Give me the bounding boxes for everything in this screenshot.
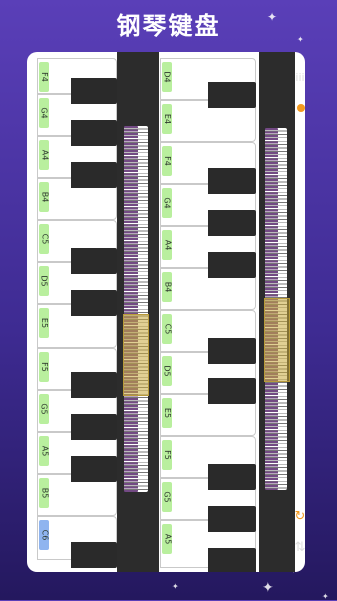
key-label: F4 — [39, 62, 49, 92]
key-label: G4 — [39, 98, 49, 128]
black-key[interactable] — [71, 372, 117, 398]
sparkle-icon: ✦ — [262, 580, 274, 596]
black-key[interactable] — [71, 78, 117, 104]
black-key[interactable] — [71, 456, 117, 482]
black-key[interactable] — [208, 506, 256, 532]
black-key[interactable] — [71, 414, 117, 440]
sparkle-icon: ✦ — [297, 35, 304, 44]
right-mini-keyboard[interactable] — [259, 52, 295, 572]
sparkle-icon: ✦ — [267, 10, 278, 24]
key-label: D5 — [162, 356, 172, 386]
right-keyboard[interactable]: D4 E4 F4 G4 A4 B4 C5 D5 E5 F5 G5 A5 — [160, 52, 256, 572]
black-key[interactable] — [208, 168, 256, 194]
key-label: A4 — [162, 230, 172, 260]
black-key[interactable] — [208, 338, 256, 364]
mini-viewport-highlight[interactable] — [123, 314, 149, 396]
key-label: E5 — [39, 308, 49, 338]
black-key[interactable] — [208, 548, 256, 572]
key-label: G5 — [39, 394, 49, 424]
key-label: E5 — [162, 398, 172, 428]
menu-icon[interactable]: iii — [295, 68, 305, 86]
mini-black-keys — [124, 126, 138, 492]
key-label: C5 — [39, 224, 49, 254]
swap-icon[interactable]: ⇅ — [295, 538, 305, 556]
key-label: A5 — [39, 436, 49, 466]
key-label: F5 — [162, 440, 172, 470]
page-title: 钢琴键盘 — [116, 12, 221, 40]
black-key[interactable] — [71, 542, 117, 568]
piano-card: F4 G4 A4 B4 C5 D5 E5 F5 G5 A5 B5 C6 D4 E4 F4 G4 A4 B4 C5 D… — [27, 52, 305, 572]
left-keyboard[interactable]: F4 G4 A4 B4 C5 D5 E5 F5 G5 A5 B5 C6 — [37, 52, 117, 572]
key-label: C5 — [162, 314, 172, 344]
black-key[interactable] — [71, 290, 117, 316]
black-key[interactable] — [71, 162, 117, 188]
key-label: A4 — [39, 140, 49, 170]
sparkle-icon: ✦ — [172, 582, 179, 591]
left-mini-keyboard[interactable] — [117, 52, 159, 572]
record-indicator[interactable] — [297, 104, 305, 112]
key-label: B5 — [39, 478, 49, 508]
black-key[interactable] — [71, 248, 117, 274]
reset-icon[interactable]: ↻ — [295, 507, 305, 525]
key-label: F4 — [162, 146, 172, 176]
key-label: A5 — [162, 524, 172, 554]
key-label: D4 — [162, 62, 172, 92]
key-label: C6 — [39, 520, 49, 550]
key-label: F5 — [39, 352, 49, 382]
key-label: D5 — [39, 266, 49, 296]
black-key[interactable] — [208, 464, 256, 490]
key-label: B4 — [162, 272, 172, 302]
black-key[interactable] — [208, 82, 256, 108]
black-key[interactable] — [208, 210, 256, 236]
key-label: E4 — [162, 104, 172, 134]
mini-viewport-highlight[interactable] — [264, 298, 290, 382]
key-label: G5 — [162, 482, 172, 512]
black-key[interactable] — [208, 252, 256, 278]
key-label: G4 — [162, 188, 172, 218]
black-key[interactable] — [208, 378, 256, 404]
key-label: B4 — [39, 182, 49, 212]
black-key[interactable] — [71, 120, 117, 146]
